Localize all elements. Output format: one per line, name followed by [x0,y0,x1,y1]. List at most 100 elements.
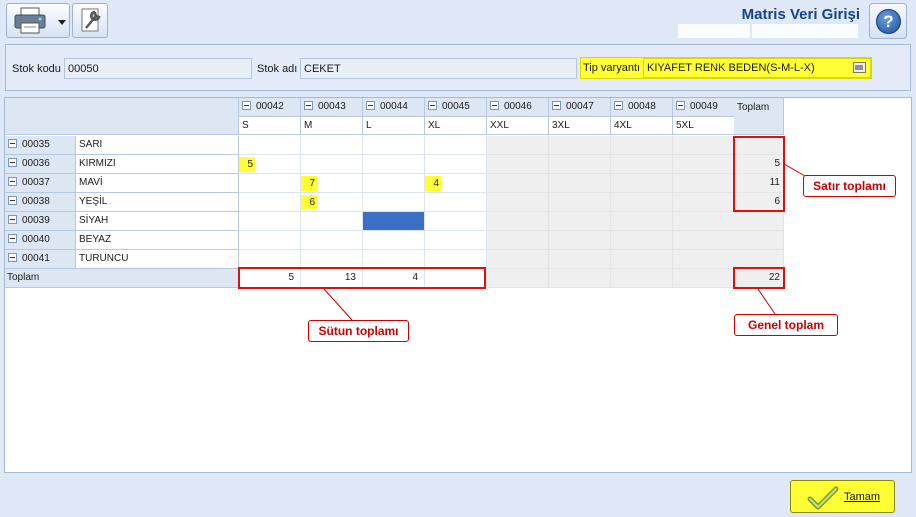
matrix-cell[interactable] [239,193,301,212]
column-header-code[interactable]: 00048 [611,98,673,117]
matrix-cell[interactable] [301,212,363,231]
column-header-code[interactable]: 00043 [301,98,363,117]
matrix-cell[interactable] [363,174,425,193]
chevron-down-icon[interactable] [57,17,67,27]
row-name: SİYAH [76,212,239,231]
collapse-icon[interactable] [614,101,623,110]
column-code-label: 00048 [628,101,656,112]
row-total [734,231,784,250]
grid-corner [5,98,239,135]
collapse-icon[interactable] [676,101,685,110]
collapse-icon[interactable] [8,234,17,243]
row-name: KIRMIZI [76,155,239,174]
column-header-code[interactable]: 00046 [487,98,549,117]
column-total-callout: Sütun toplamı [308,320,409,342]
variant-field[interactable]: KIYAFET RENK BEDEN(S-M-L-X) [643,58,871,78]
stock-code-label: Stok kodu [12,63,61,75]
matrix-cell [673,193,735,212]
collapse-icon[interactable] [304,101,313,110]
settings-button[interactable] [72,3,108,38]
collapse-icon[interactable] [552,101,561,110]
checkmark-icon [807,486,839,510]
stock-code-field[interactable]: 00050 [64,58,252,79]
row-name: MAVİ [76,174,239,193]
collapse-icon[interactable] [8,196,17,205]
matrix-cell [549,193,611,212]
ok-button[interactable]: Tamam [790,480,895,513]
row-header-code[interactable]: 00035 [5,136,76,155]
column-total [487,269,549,288]
matrix-cell[interactable] [363,193,425,212]
row-header-code[interactable]: 00039 [5,212,76,231]
matrix-cell[interactable] [363,155,425,174]
column-header-code[interactable]: 00042 [239,98,301,117]
column-header-code[interactable]: 00047 [549,98,611,117]
cell-value: 6 [301,195,317,210]
matrix-cell[interactable]: 4 [425,174,487,193]
matrix-cell[interactable] [301,155,363,174]
row-name: YEŞİL [76,193,239,212]
column-header-code[interactable]: 00049 [673,98,735,117]
matrix-cell [611,250,673,269]
help-icon: ? [876,9,901,34]
variant-lookup-button[interactable] [853,62,866,73]
row-header-code[interactable]: 00038 [5,193,76,212]
matrix-cell [611,212,673,231]
print-button[interactable] [6,3,70,38]
title-placeholder-left [678,24,750,38]
row-total-box [733,136,785,212]
matrix-cell[interactable] [239,174,301,193]
matrix-cell[interactable] [425,193,487,212]
matrix-cell [673,155,735,174]
collapse-icon[interactable] [8,139,17,148]
row-header-code[interactable]: 00041 [5,250,76,269]
row-code-label: 00040 [22,234,50,245]
matrix-cell[interactable] [363,231,425,250]
row-header-code[interactable]: 00036 [5,155,76,174]
row-code-label: 00038 [22,196,50,207]
collapse-icon[interactable] [8,158,17,167]
matrix-cell[interactable] [363,136,425,155]
matrix-cell[interactable] [425,136,487,155]
matrix-cell-selected[interactable] [363,212,425,231]
matrix-cell[interactable] [239,136,301,155]
matrix-cell[interactable] [425,155,487,174]
title-placeholder-right [752,24,858,38]
column-header-code[interactable]: 00045 [425,98,487,117]
collapse-icon[interactable] [8,253,17,262]
collapse-icon[interactable] [8,215,17,224]
row-header-code[interactable]: 00037 [5,174,76,193]
matrix-cell [549,136,611,155]
help-button[interactable]: ? [869,3,907,39]
column-header-size: 3XL [549,117,611,135]
collapse-icon[interactable] [8,177,17,186]
column-header-code[interactable]: 00044 [363,98,425,117]
matrix-cell[interactable]: 5 [239,155,301,174]
matrix-cell[interactable] [425,231,487,250]
matrix-cell [549,155,611,174]
matrix-cell[interactable]: 6 [301,193,363,212]
collapse-icon[interactable] [366,101,375,110]
matrix-cell [487,174,549,193]
matrix-cell[interactable]: 7 [301,174,363,193]
matrix-cell [673,250,735,269]
matrix-cell [611,174,673,193]
window-title: Matris Veri Girişi [741,6,860,23]
matrix-cell[interactable] [239,231,301,250]
matrix-cell [611,231,673,250]
matrix-cell[interactable] [301,136,363,155]
column-header-size: S [239,117,301,135]
matrix-cell[interactable] [425,212,487,231]
column-code-label: 00042 [256,101,284,112]
collapse-icon[interactable] [490,101,499,110]
matrix-cell[interactable] [301,231,363,250]
matrix-cell[interactable] [239,212,301,231]
stock-name-field[interactable]: CEKET [300,58,577,79]
collapse-icon[interactable] [428,101,437,110]
column-header-size: XL [425,117,487,135]
collapse-icon[interactable] [242,101,251,110]
matrix-cell [673,136,735,155]
cell-value: 4 [425,176,441,191]
row-header-code[interactable]: 00040 [5,231,76,250]
row-name: TURUNCU [76,250,239,269]
